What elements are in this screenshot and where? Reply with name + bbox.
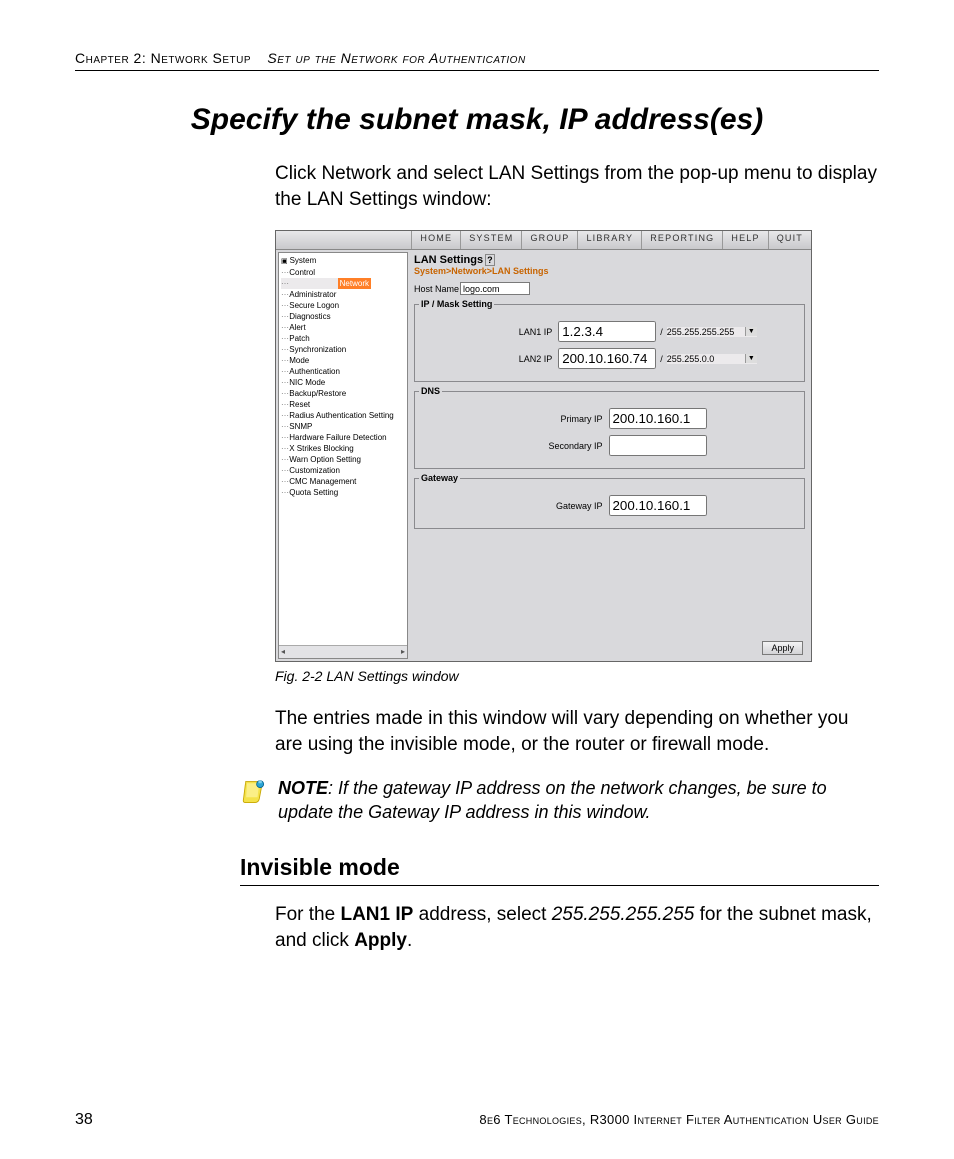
secondary-ip-input[interactable]: [609, 435, 707, 456]
tree-item[interactable]: Mode: [281, 355, 407, 366]
menu-home[interactable]: HOME: [411, 231, 460, 249]
menu-system[interactable]: SYSTEM: [460, 231, 521, 249]
settings-panel: LAN Settings? System>Network>LAN Setting…: [408, 250, 811, 661]
intro-paragraph: Click Network and select LAN Settings fr…: [275, 161, 879, 212]
primary-ip-input[interactable]: [609, 408, 707, 429]
page-footer: 38 8e6 Technologies, R3000 Internet Filt…: [75, 1111, 879, 1129]
lan2-label: LAN2 IP: [462, 354, 558, 364]
header-section: Set up the Network for Authentication: [267, 50, 525, 66]
lan1-mask-select[interactable]: 255.255.255.255▼: [667, 327, 757, 337]
tree-item[interactable]: Radius Authentication Setting: [281, 410, 407, 421]
menu-group[interactable]: GROUP: [521, 231, 577, 249]
ip-mask-fieldset: IP / Mask Setting LAN1 IP / 255.255.255.…: [414, 299, 805, 382]
lan2-mask-select[interactable]: 255.255.0.0▼: [667, 354, 757, 364]
app-menubar: HOME SYSTEM GROUP LIBRARY REPORTING HELP…: [276, 231, 811, 250]
secondary-ip-label: Secondary IP: [513, 441, 609, 451]
note-icon: [240, 778, 268, 806]
tree-item-selected[interactable]: Network: [281, 278, 371, 289]
tree-item[interactable]: Reset: [281, 399, 407, 410]
figure-caption: Fig. 2-2 LAN Settings window: [275, 668, 879, 684]
lan1-label: LAN1 IP: [462, 327, 558, 337]
tree-item[interactable]: Alert: [281, 322, 407, 333]
note-text: NOTE: If the gateway IP address on the n…: [278, 776, 879, 825]
tree-item[interactable]: Customization: [281, 465, 407, 476]
tree-item[interactable]: Synchronization: [281, 344, 407, 355]
tree-item[interactable]: X Strikes Blocking: [281, 443, 407, 454]
gateway-legend: Gateway: [419, 473, 460, 483]
hostname-label: Host Name: [414, 284, 460, 294]
tree-item[interactable]: Secure Logon: [281, 300, 407, 311]
lan-settings-screenshot: HOME SYSTEM GROUP LIBRARY REPORTING HELP…: [275, 230, 812, 662]
tree-item[interactable]: Backup/Restore: [281, 388, 407, 399]
dns-legend: DNS: [419, 386, 442, 396]
help-icon[interactable]: ?: [485, 254, 495, 266]
tree-item[interactable]: SNMP: [281, 421, 407, 432]
tree-item[interactable]: Administrator: [281, 289, 407, 300]
tree-item[interactable]: Control: [281, 267, 407, 278]
tree-item[interactable]: Patch: [281, 333, 407, 344]
tree-scrollbar[interactable]: ◂▸: [279, 645, 407, 658]
subsection-heading: Invisible mode: [240, 854, 879, 881]
menu-reporting[interactable]: REPORTING: [641, 231, 722, 249]
dns-fieldset: DNS Primary IP Secondary IP: [414, 386, 805, 469]
tree-item[interactable]: Diagnostics: [281, 311, 407, 322]
ip-mask-legend: IP / Mask Setting: [419, 299, 494, 309]
panel-title: LAN Settings?: [414, 254, 805, 266]
nav-tree[interactable]: System Control Network Administrator Sec…: [278, 252, 408, 659]
tree-item[interactable]: Quota Setting: [281, 487, 407, 498]
tree-item[interactable]: NIC Mode: [281, 377, 407, 388]
lan2-ip-input[interactable]: [558, 348, 656, 369]
menu-library[interactable]: LIBRARY: [577, 231, 641, 249]
apply-button[interactable]: Apply: [762, 641, 803, 655]
page-number: 38: [75, 1111, 93, 1129]
header-chapter: Chapter 2: Network Setup: [75, 50, 251, 66]
subsection-rule: [240, 885, 879, 886]
tree-item[interactable]: Warn Option Setting: [281, 454, 407, 465]
book-title: 8e6 Technologies, R3000 Internet Filter …: [479, 1112, 879, 1127]
note-block: NOTE: If the gateway IP address on the n…: [240, 776, 879, 825]
chevron-down-icon: ▼: [745, 354, 757, 363]
tree-root-system[interactable]: System: [281, 255, 407, 267]
menu-help[interactable]: HELP: [722, 231, 767, 249]
body-paragraph-2: The entries made in this window will var…: [275, 706, 879, 757]
gateway-fieldset: Gateway Gateway IP: [414, 473, 805, 529]
tree-item[interactable]: CMC Management: [281, 476, 407, 487]
menu-quit[interactable]: QUIT: [768, 231, 811, 249]
tree-item[interactable]: Hardware Failure Detection: [281, 432, 407, 443]
subsection-body: For the LAN1 IP address, select 255.255.…: [275, 902, 879, 953]
gateway-ip-input[interactable]: [609, 495, 707, 516]
primary-ip-label: Primary IP: [513, 414, 609, 424]
section-title: Specify the subnet mask, IP address(es): [75, 103, 879, 137]
hostname-input[interactable]: [460, 282, 530, 295]
lan1-ip-input[interactable]: [558, 321, 656, 342]
tree-item[interactable]: Authentication: [281, 366, 407, 377]
page-header: Chapter 2: Network Setup Set up the Netw…: [75, 50, 879, 71]
gateway-ip-label: Gateway IP: [513, 501, 609, 511]
chevron-down-icon: ▼: [745, 327, 757, 336]
breadcrumb: System>Network>LAN Settings: [414, 266, 805, 276]
